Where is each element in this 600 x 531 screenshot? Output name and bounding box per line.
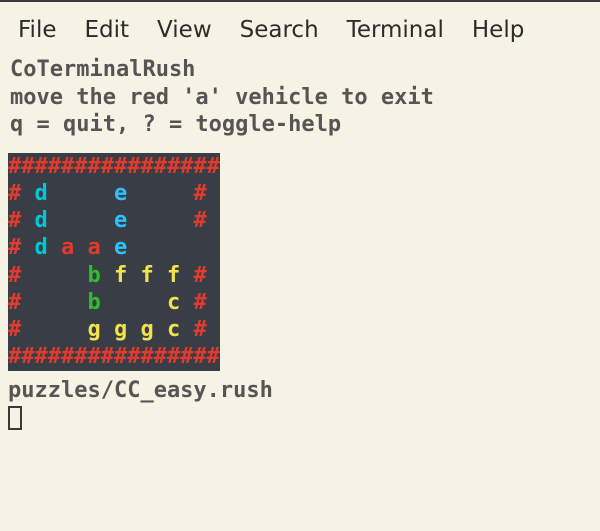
board-cell-green: b — [87, 290, 114, 315]
board-cell-wall: # — [8, 290, 21, 315]
board-cell-yellow: g — [114, 317, 141, 342]
board-cell-wall: # — [8, 317, 21, 342]
board-cell-wall: ################ — [8, 154, 220, 179]
board-cell-gap — [61, 181, 114, 206]
puzzle-path: puzzles/CC_easy.rush — [8, 377, 600, 405]
board-cell-gap — [140, 208, 193, 233]
game-instruction: move the red 'a' vehicle to exit — [10, 84, 600, 112]
board-row: # b f f f # — [8, 262, 220, 289]
board-row: # d e # — [8, 180, 220, 207]
board-cell-wall: # — [193, 181, 206, 206]
game-title: CoTerminalRush — [10, 56, 600, 84]
board-cell-gap — [21, 317, 87, 342]
menu-search[interactable]: Search — [240, 17, 319, 43]
terminal-cursor — [8, 406, 22, 430]
board-row: # g g g c # — [8, 316, 220, 343]
board-cell-yellow: f — [167, 263, 194, 288]
board-cell-green: b — [87, 263, 114, 288]
board-cell-wall: # — [193, 208, 206, 233]
board-cell-red: a — [61, 235, 88, 260]
board-cell-red: a — [88, 235, 115, 260]
board-cell-gap — [21, 290, 87, 315]
board-cell-blue: e — [114, 235, 141, 260]
menu-terminal[interactable]: Terminal — [347, 17, 444, 43]
board-cell-wall: # — [193, 263, 206, 288]
board-cell-wall: # — [8, 181, 35, 206]
board-cell-yellow: c — [167, 290, 194, 315]
menu-edit[interactable]: Edit — [85, 17, 130, 43]
board-cell-yellow: g — [87, 317, 114, 342]
board-cell-wall: # — [8, 208, 35, 233]
board-cell-wall: # — [8, 263, 21, 288]
board-cell-yellow: f — [140, 263, 167, 288]
board-row: # d a a e — [8, 234, 220, 261]
board-cell-cyan: d — [35, 235, 62, 260]
board-cell-yellow: g — [140, 317, 167, 342]
terminal-area[interactable]: CoTerminalRush move the red 'a' vehicle … — [0, 52, 600, 438]
board-cell-wall: # — [8, 235, 35, 260]
board-cell-gap — [21, 263, 87, 288]
board-row: ################ — [8, 153, 220, 180]
board-cell-cyan: d — [35, 181, 62, 206]
board-cell-wall: ################ — [8, 344, 220, 369]
board-cell-wall: # — [193, 317, 206, 342]
menubar: File Edit View Search Terminal Help — [0, 2, 600, 52]
game-keys: q = quit, ? = toggle-help — [10, 111, 600, 139]
menu-file[interactable]: File — [18, 17, 57, 43]
board-cell-gap — [140, 181, 193, 206]
menu-view[interactable]: View — [157, 17, 212, 43]
board-cell-gap — [141, 235, 207, 260]
board-cell-yellow: f — [114, 263, 141, 288]
board-cell-gap — [61, 208, 114, 233]
board-row: ################ — [8, 343, 220, 370]
terminal-window: File Edit View Search Terminal Help CoTe… — [0, 0, 600, 531]
board-cell-gap — [114, 290, 167, 315]
board-cell-wall: # — [193, 290, 206, 315]
game-board: ################# d e ## d e ## d a a e … — [8, 153, 220, 371]
board-cell-yellow: c — [167, 317, 194, 342]
board-row: # b c # — [8, 289, 220, 316]
menu-help[interactable]: Help — [472, 17, 524, 43]
board-cell-blue: e — [114, 181, 141, 206]
board-cell-blue: e — [114, 208, 141, 233]
board-cell-cyan: d — [35, 208, 62, 233]
board-row: # d e # — [8, 207, 220, 234]
